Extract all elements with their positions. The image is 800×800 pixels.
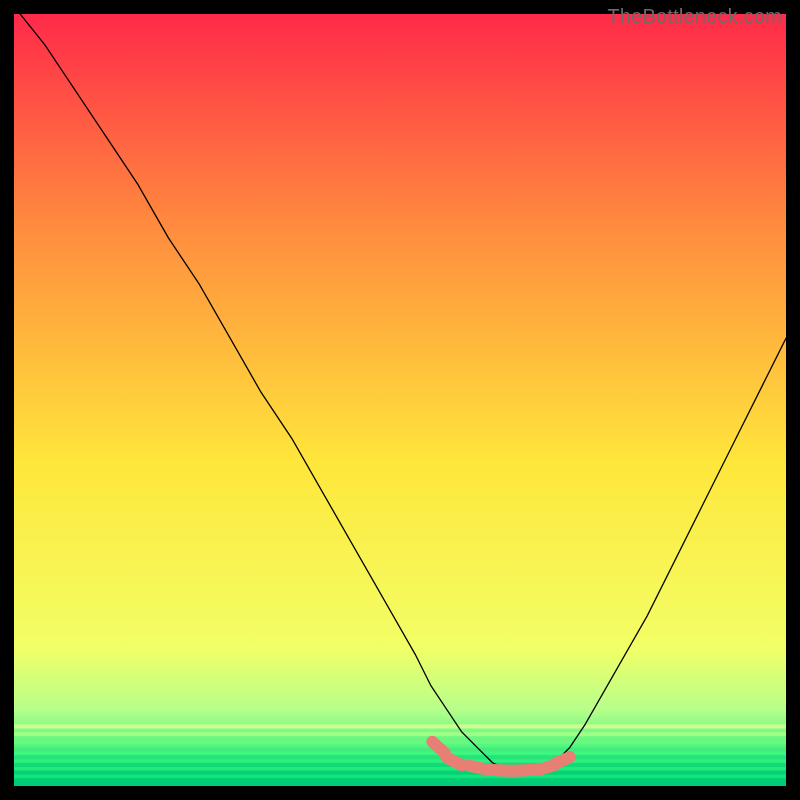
chart-frame: TheBottleneck.com [0, 0, 800, 800]
optimal-marker [447, 757, 462, 765]
optimal-marker [554, 757, 569, 764]
bottleneck-chart [14, 14, 786, 786]
attribution-watermark: TheBottleneck.com [607, 6, 782, 29]
gradient-background [14, 14, 786, 786]
optimal-marker [432, 742, 445, 753]
